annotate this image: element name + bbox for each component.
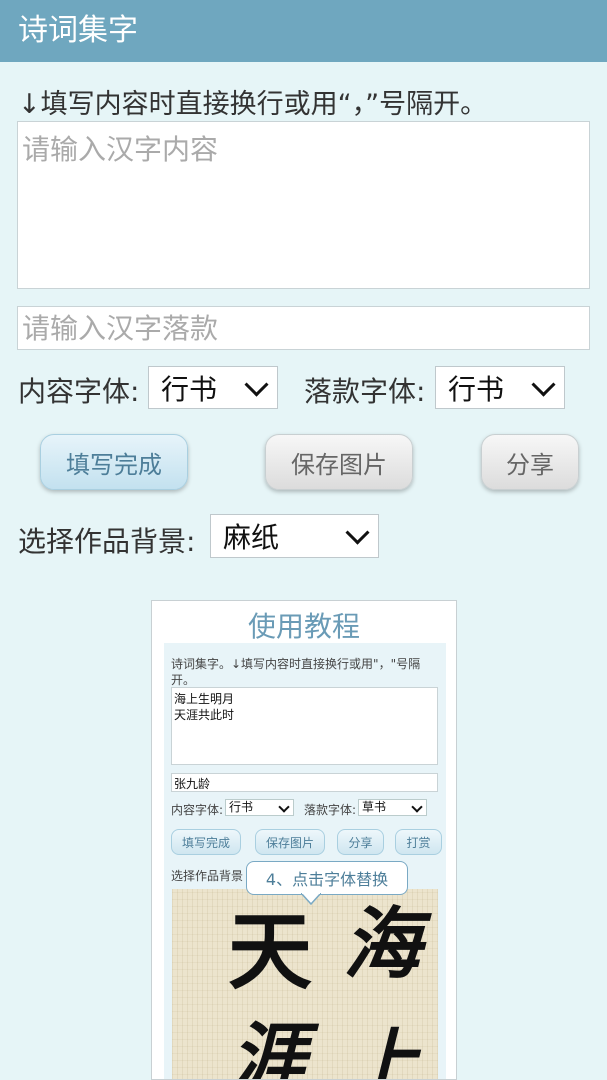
tutorial-content-font-label: 内容字体: (171, 803, 224, 817)
share-button[interactable]: 分享 (481, 434, 579, 490)
instruction-text: ↓填写内容时直接换行或用“，”号隔开。 (18, 89, 488, 120)
chevron-down-icon (345, 520, 370, 545)
tutorial-screenshot: 诗词集字。↓填写内容时直接换行或用"，"号隔 开。 海上生明月 天涯共此时 张九… (164, 643, 446, 1080)
tutorial-image: 使用教程 诗词集字。↓填写内容时直接换行或用"，"号隔 开。 海上生明月 天涯共… (151, 600, 457, 1080)
background-value: 麻纸 (223, 521, 280, 554)
content-font-label: 内容字体: (18, 375, 140, 408)
calligraphy-character: 涯 (230, 1014, 320, 1080)
calligraphy-character: 上 (345, 1021, 422, 1080)
tutorial-background-label: 选择作品背景 (171, 869, 244, 883)
signature-font-label: 落款字体: (304, 375, 426, 408)
signature-input[interactable] (17, 306, 590, 350)
callout-text: 4、点击字体替换 (265, 870, 389, 889)
calligraphy-paper: 天 海 涯 上 (172, 889, 438, 1080)
tutorial-save-button: 保存图片 (255, 829, 325, 855)
tutorial-signature-font-select: 草书 (358, 799, 427, 816)
callout-pointer (301, 893, 321, 905)
background-label: 选择作品背景: (18, 525, 196, 558)
tutorial-content-line: 天涯共此时 (174, 708, 235, 722)
tutorial-content-font-value: 行书 (229, 800, 254, 814)
chevron-down-icon (244, 372, 269, 397)
app-bar: 诗词集字 (0, 0, 607, 62)
signature-font-value: 行书 (448, 372, 505, 406)
tutorial-callout: 4、点击字体替换 (246, 861, 408, 905)
chevron-down-icon (278, 801, 290, 813)
done-button[interactable]: 填写完成 (40, 434, 188, 490)
tutorial-signature-font-label: 落款字体: (304, 803, 357, 817)
tutorial-signature-font-value: 草书 (362, 800, 387, 814)
tutorial-content-font-select: 行书 (225, 799, 294, 816)
content-font-select[interactable]: 行书 (148, 366, 278, 409)
tutorial-share-button: 分享 (337, 829, 384, 855)
tutorial-content-box: 海上生明月 天涯共此时 (171, 687, 438, 765)
tutorial-done-button: 填写完成 (171, 829, 241, 855)
tutorial-tip-button: 打赏 (395, 829, 442, 855)
content-font-value: 行书 (161, 372, 218, 406)
chevron-down-icon (531, 372, 556, 397)
signature-font-select[interactable]: 行书 (435, 366, 565, 409)
tutorial-content-line: 海上生明月 (174, 692, 235, 706)
tutorial-instruction: 诗词集字。↓填写内容时直接换行或用"，"号隔 (171, 657, 421, 671)
calligraphy-character: 天 (228, 902, 312, 1001)
calligraphy-preview: 天 海 涯 上 (228, 899, 432, 1080)
tutorial-signature-box: 张九龄 (171, 773, 438, 792)
app-title: 诗词集字 (18, 13, 138, 48)
background-select[interactable]: 麻纸 (210, 514, 379, 558)
tutorial-instruction-cont: 开。 (171, 673, 196, 687)
tutorial-signature: 张九龄 (174, 777, 211, 791)
save-image-button[interactable]: 保存图片 (265, 434, 413, 490)
content-input[interactable] (17, 121, 590, 289)
chevron-down-icon (411, 801, 423, 813)
calligraphy-character: 海 (343, 899, 432, 990)
tutorial-title: 使用教程 (247, 610, 360, 643)
